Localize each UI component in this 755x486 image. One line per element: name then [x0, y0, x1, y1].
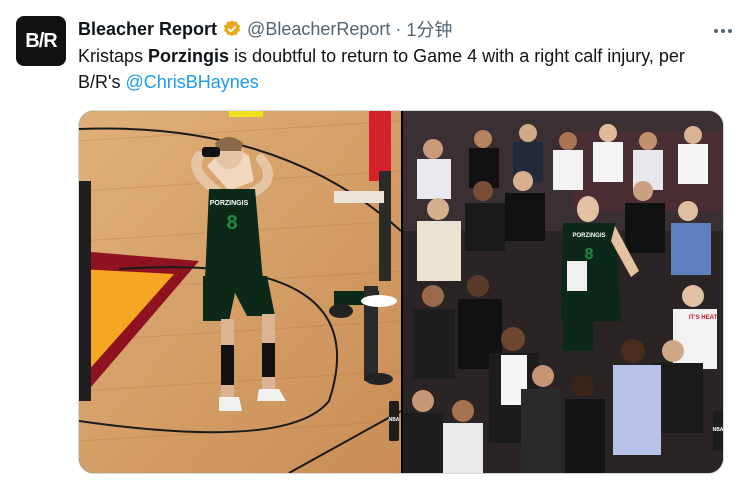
tweet-text-bold-name: Porzingis [148, 46, 230, 66]
user-handle[interactable]: @BleacherReport [247, 19, 390, 40]
timestamp[interactable]: 1分钟 [406, 16, 452, 42]
tweet-text: Kristaps Porzingis is doubtful to return… [78, 43, 728, 95]
tweet-header: Bleacher Report @BleacherReport · 1分钟 [78, 16, 452, 42]
display-name[interactable]: Bleacher Report [78, 19, 217, 40]
mention-link[interactable]: @ChrisBHaynes [125, 72, 258, 92]
right-jersey-number: 8 [585, 246, 594, 263]
avatar[interactable]: B/R [16, 16, 66, 66]
verified-badge-icon [222, 19, 242, 39]
media-grid: PORZINGIS 8 NBA PORZINGIS 8 IT'S HEAT NB… [78, 110, 724, 474]
court-photo: PORZINGIS 8 NBA [79, 111, 401, 473]
media-photo-right[interactable]: PORZINGIS 8 IT'S HEAT NBA [403, 111, 724, 473]
crowd-photo: PORZINGIS 8 IT'S HEAT NBA [403, 111, 724, 473]
more-horizontal-icon[interactable] [711, 20, 735, 42]
media-photo-left[interactable]: PORZINGIS 8 NBA [79, 111, 401, 473]
tweet-card[interactable]: B/R Bleacher Report @BleacherReport · 1分… [0, 0, 755, 486]
left-jersey-name: PORZINGIS [210, 200, 249, 207]
nba-logo-left: NBA [389, 417, 400, 423]
avatar-logo-text: B/R [25, 29, 57, 52]
tweet-text-start: Kristaps [78, 46, 149, 66]
fan-shirt-text: IT'S HEAT [689, 315, 718, 321]
left-jersey-number: 8 [226, 212, 237, 234]
right-jersey-name: PORZINGIS [572, 233, 605, 239]
separator-dot: · [395, 18, 402, 39]
nba-logo-right: NBA [713, 427, 724, 433]
